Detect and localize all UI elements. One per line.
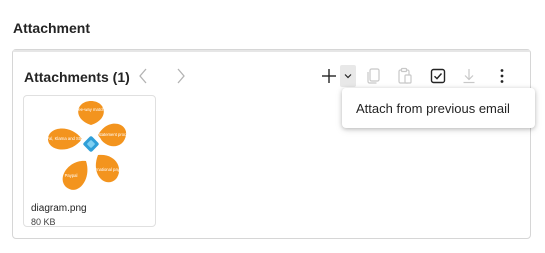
attachments-title: Attachments (1)	[24, 69, 130, 85]
attachment-card[interactable]: Three-way matching Bank statement proces…	[23, 95, 156, 227]
add-options-dropdown[interactable]	[340, 65, 356, 87]
chevron-down-icon	[344, 74, 352, 79]
plus-icon	[322, 69, 336, 83]
section-title: Attachment	[13, 20, 91, 36]
add-attachment-button[interactable]	[318, 64, 340, 88]
panel-divider	[13, 50, 530, 52]
petal-label: Paypal	[65, 173, 78, 178]
checkbox-icon	[430, 68, 446, 84]
download-button[interactable]	[458, 64, 480, 88]
more-vertical-icon	[500, 69, 504, 83]
copy-button[interactable]	[363, 64, 385, 88]
paste-button[interactable]	[394, 64, 416, 88]
attachments-panel: Attachments (1) Three-way matching Bank …	[12, 49, 531, 239]
attachment-thumbnail: Three-way matching Bank statement proces…	[39, 101, 139, 190]
petal-label: International payments	[89, 167, 131, 172]
chevron-right-icon	[177, 68, 185, 84]
more-options-button[interactable]	[491, 64, 513, 88]
file-name: diagram.png	[31, 203, 87, 214]
copy-icon	[367, 68, 380, 84]
download-icon	[463, 69, 475, 84]
chevron-left-icon	[139, 68, 147, 84]
petal-label: Bank statement processing	[88, 132, 139, 137]
tooltip-text: Attach from previous email	[356, 101, 510, 116]
next-button[interactable]	[172, 66, 190, 86]
tooltip: Attach from previous email	[342, 88, 535, 128]
file-size: 80 KB	[31, 217, 56, 227]
previous-button[interactable]	[134, 66, 152, 86]
select-all-button[interactable]	[427, 64, 449, 88]
petal-label: Three-way matching	[72, 107, 111, 112]
clipboard-icon	[398, 67, 412, 84]
petal-label: PayPal, Klarna and Stripe	[39, 136, 88, 141]
